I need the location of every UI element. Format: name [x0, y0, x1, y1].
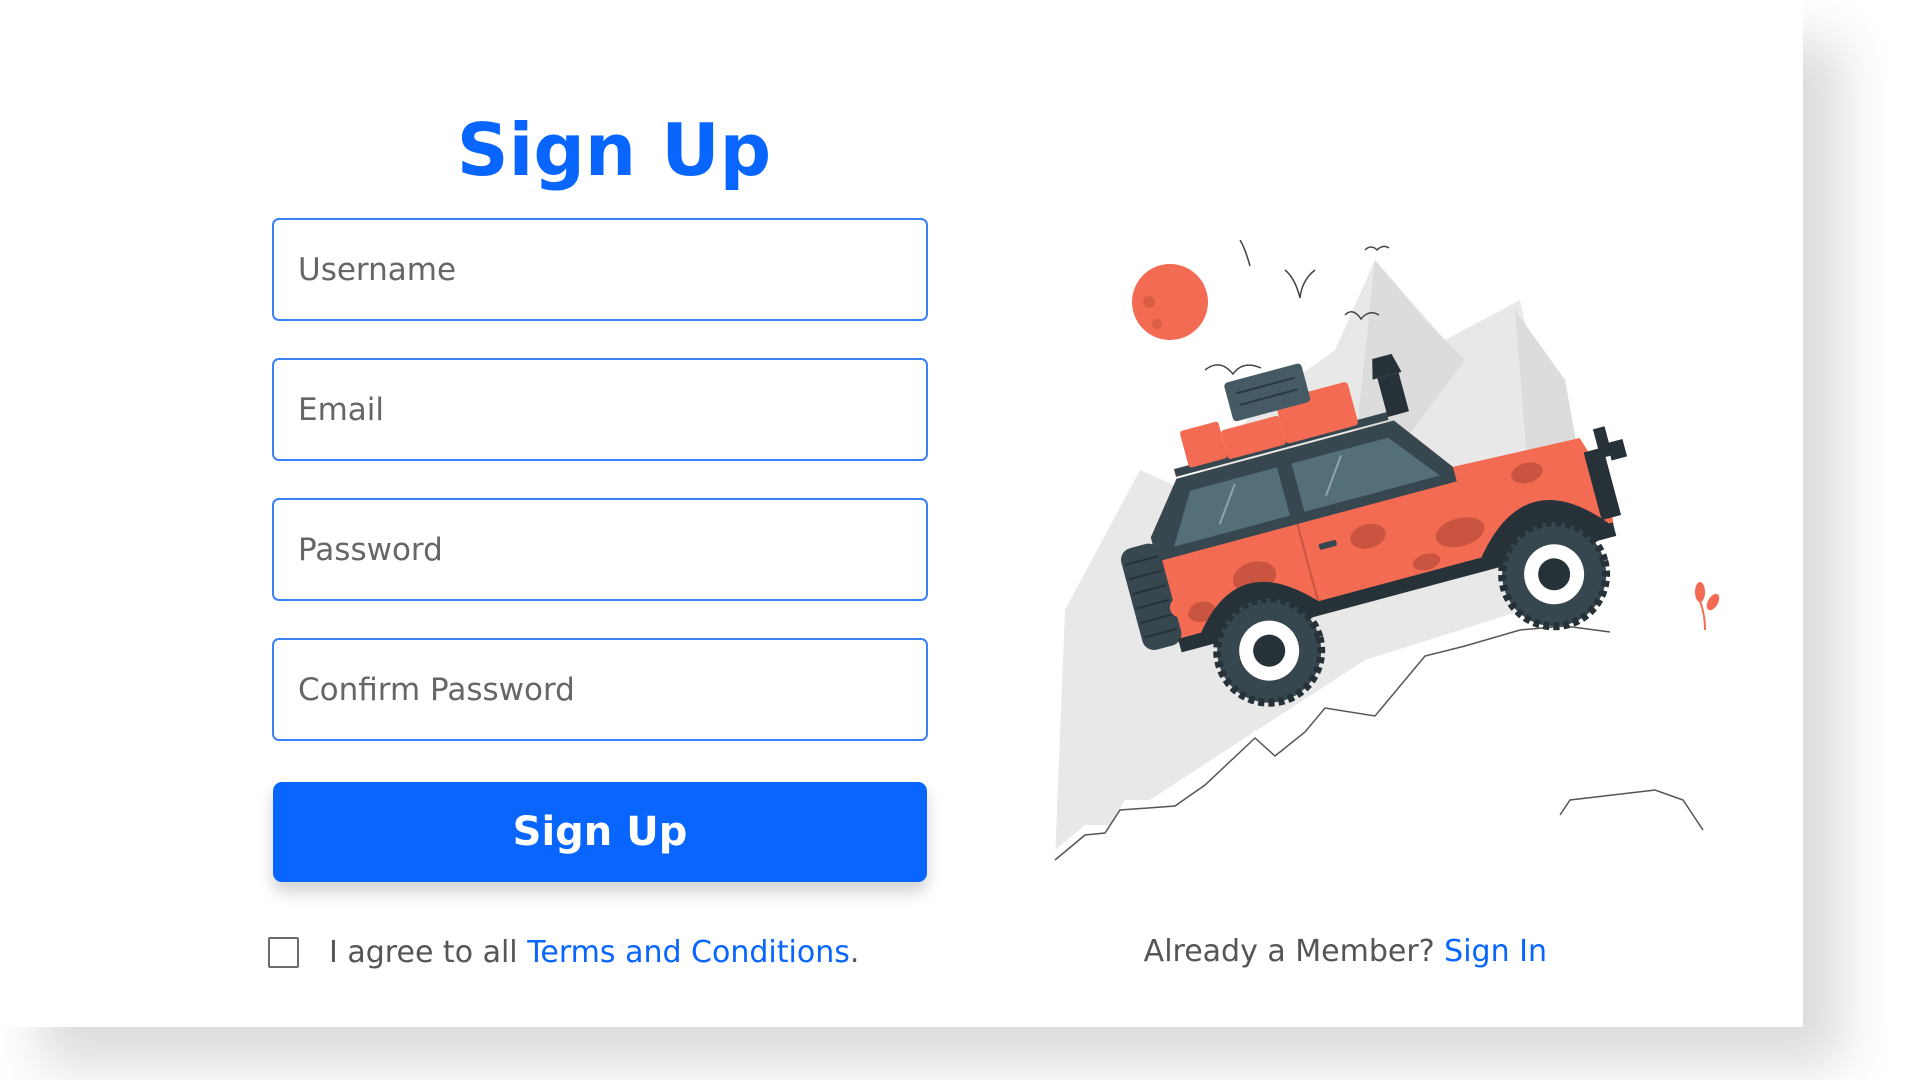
signin-prompt: Already a Member? Sign In [1144, 932, 1547, 972]
member-prompt-text: Already a Member? [1143, 934, 1445, 969]
terms-agreement: I agree to all Terms and Conditions. [268, 932, 859, 972]
terms-label: I agree to all Terms and Conditions. [329, 935, 859, 970]
page-title: Sign Up [456, 108, 772, 192]
terms-suffix: . [849, 934, 860, 970]
password-input[interactable] [272, 498, 928, 601]
plant [1695, 582, 1720, 631]
confirm-password-input[interactable] [272, 638, 928, 741]
sign-in-link[interactable]: Sign In [1444, 934, 1547, 969]
signup-card: Sign Up Sign Up I agree to all Terms and… [0, 0, 1803, 1027]
sign-up-button[interactable]: Sign Up [273, 782, 927, 882]
username-input[interactable] [272, 218, 928, 321]
email-input[interactable] [272, 358, 928, 461]
terms-link[interactable]: Terms and Conditions [527, 935, 850, 970]
terms-checkbox[interactable] [268, 936, 299, 968]
terms-prefix: I agree to all [329, 934, 528, 970]
off-road-jeep-illustration [1054, 240, 1720, 880]
